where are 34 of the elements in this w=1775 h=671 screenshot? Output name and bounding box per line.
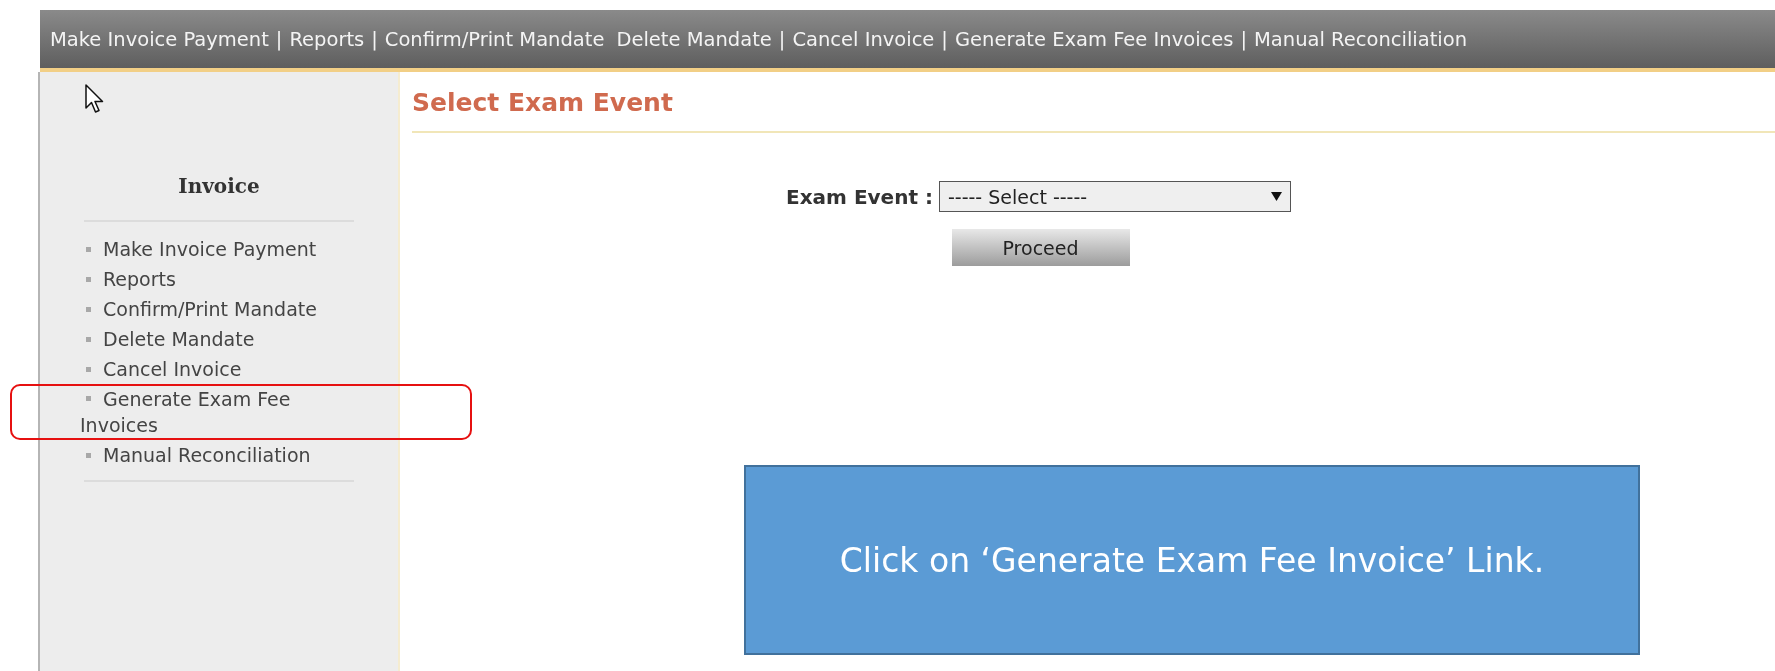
sidebar-title: Invoice bbox=[178, 174, 260, 198]
bullet-icon bbox=[86, 453, 91, 458]
page-title: Select Exam Event bbox=[412, 86, 1775, 133]
exam-event-dropdown[interactable]: ----- Select ----- bbox=[938, 181, 1291, 212]
bullet-icon bbox=[86, 337, 91, 342]
sidebar-link[interactable]: Make Invoice Payment bbox=[80, 234, 380, 264]
mouse-pointer-icon bbox=[85, 84, 105, 114]
menu-link[interactable]: Reports bbox=[289, 27, 365, 51]
sidebar-link[interactable]: Reports bbox=[80, 264, 380, 294]
menu-link[interactable]: Cancel Invoice bbox=[792, 27, 935, 51]
menu-link[interactable]: Generate Exam Fee Invoices bbox=[954, 27, 1234, 51]
instruction-callout: Click on ‘Generate Exam Fee Invoice’ Link. bbox=[744, 465, 1640, 655]
sidebar-link[interactable]: Cancel Invoice bbox=[80, 354, 380, 384]
menu-separator: | bbox=[941, 27, 948, 51]
bullet-icon bbox=[86, 367, 91, 372]
menu-separator: | bbox=[778, 27, 786, 51]
menu-link[interactable]: Confirm/Print Mandate bbox=[384, 27, 605, 51]
bullet-icon bbox=[86, 247, 91, 252]
menu-link[interactable]: Make Invoice Payment bbox=[50, 27, 269, 51]
menu-link[interactable]: Delete Mandate bbox=[616, 27, 772, 51]
menu-separator: | bbox=[1240, 27, 1247, 51]
sidebar-link[interactable]: Confirm/Print Mandate bbox=[80, 294, 380, 324]
bullet-icon bbox=[86, 307, 91, 312]
bullet-icon bbox=[86, 277, 91, 282]
sidebar-link[interactable]: Delete Mandate bbox=[80, 324, 380, 354]
proceed-button[interactable]: Proceed bbox=[951, 229, 1130, 266]
menu-link[interactable]: Manual Reconciliation bbox=[1254, 27, 1468, 51]
sidebar-link[interactable]: Manual Reconciliation bbox=[80, 440, 380, 470]
field-label: Exam Event : bbox=[786, 184, 933, 209]
sidebar-link[interactable]: Generate Exam Fee Invoices bbox=[80, 386, 330, 438]
menu-separator: | bbox=[371, 27, 378, 51]
menu-separator: | bbox=[275, 27, 283, 51]
bullet-icon bbox=[86, 396, 91, 401]
caret-icon bbox=[1270, 192, 1282, 201]
